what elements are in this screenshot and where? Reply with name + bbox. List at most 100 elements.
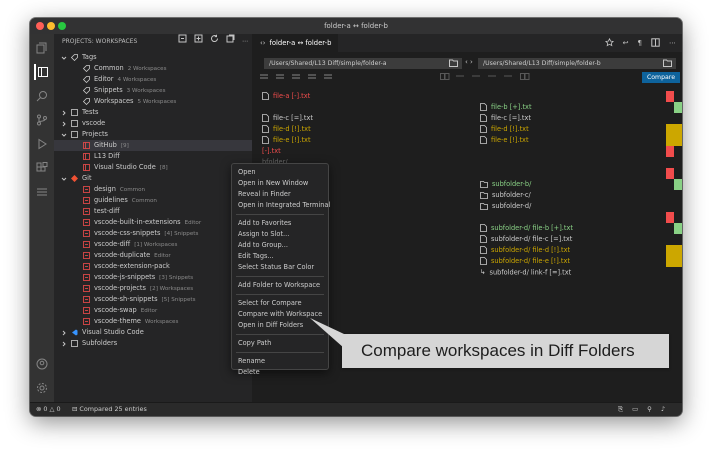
- tree-item[interactable]: Workspaces 5 Workspaces: [54, 96, 252, 107]
- tree-item[interactable]: Git: [54, 173, 252, 184]
- context-menu-item[interactable]: Open: [232, 167, 328, 178]
- right-open-folder-icon[interactable]: [663, 59, 672, 69]
- filter-deleted-icon[interactable]: [276, 73, 286, 83]
- tree-item[interactable]: vscode: [54, 118, 252, 129]
- filter-unchanged-icon[interactable]: [260, 73, 270, 83]
- compare-button[interactable]: Compare: [642, 72, 680, 83]
- broadcast-icon[interactable]: ⚲: [647, 403, 652, 416]
- paragraph-icon[interactable]: ¶: [638, 39, 642, 47]
- context-menu-item[interactable]: Open in Integrated Terminal: [232, 200, 330, 211]
- select-all-icon[interactable]: [472, 73, 482, 83]
- projects-icon[interactable]: [34, 64, 50, 80]
- copy-to-left-icon[interactable]: [440, 73, 450, 83]
- chevron-right-icon[interactable]: [60, 338, 68, 349]
- filter-ignored-icon[interactable]: [324, 73, 334, 83]
- filter-modified-icon[interactable]: [292, 73, 302, 83]
- go-back-icon[interactable]: ↩: [623, 39, 629, 47]
- minimize-window-button[interactable]: [47, 22, 55, 30]
- right-diff-row[interactable]: file-b [+].txt: [480, 102, 532, 113]
- screen-icon[interactable]: ▭: [632, 403, 638, 416]
- filter-added-icon[interactable]: [308, 73, 318, 83]
- problems-indicator[interactable]: ⊗ 0 △ 0: [36, 403, 61, 416]
- context-menu-item[interactable]: Add Folder to Workspace: [232, 280, 328, 291]
- select-left-icon[interactable]: [456, 73, 466, 83]
- select-right-icon[interactable]: [488, 73, 498, 83]
- left-path-input[interactable]: /Users/Shared/L13 Diff/simple/folder-a: [264, 58, 462, 69]
- split-editor-icon[interactable]: [651, 37, 660, 49]
- right-diff-row[interactable]: subfolder-d/ file-d [!].txt: [480, 245, 570, 256]
- chevron-right-icon[interactable]: [60, 327, 68, 338]
- tree-item[interactable]: design Common: [54, 184, 252, 195]
- copy-icon[interactable]: ⎘: [618, 403, 623, 416]
- refresh-icon[interactable]: [210, 34, 219, 50]
- tree-item[interactable]: Tests: [54, 107, 252, 118]
- tree-item[interactable]: Visual Studio Code [8]: [54, 162, 252, 173]
- run-debug-icon[interactable]: [34, 136, 50, 152]
- context-menu-item[interactable]: Assign to Slot...: [232, 229, 328, 240]
- tree-item[interactable]: vscode-theme Workspaces: [54, 316, 252, 327]
- context-menu-item[interactable]: Select for Compare: [232, 298, 328, 309]
- diff-folders-icon[interactable]: [34, 184, 50, 200]
- delete-files-icon[interactable]: [504, 73, 514, 83]
- collapse-all-icon[interactable]: [178, 34, 187, 50]
- tree-item[interactable]: Visual Studio Code: [54, 327, 252, 338]
- account-icon[interactable]: [34, 356, 50, 372]
- context-menu-item[interactable]: Select Status Bar Color: [232, 262, 328, 273]
- left-diff-row[interactable]: [-].txt: [262, 146, 281, 157]
- chevron-down-icon[interactable]: [60, 173, 68, 184]
- right-diff-row[interactable]: file-e [!].txt: [480, 135, 529, 146]
- right-diff-row[interactable]: file-d [!].txt: [480, 124, 529, 135]
- tree-item[interactable]: GitHub [9]: [54, 140, 252, 151]
- tree-item[interactable]: Common 2 Workspaces: [54, 63, 252, 74]
- tree-item[interactable]: Editor 4 Workspaces: [54, 74, 252, 85]
- tree-item[interactable]: vscode-duplicate Editor: [54, 250, 252, 261]
- context-menu-item[interactable]: Open in New Window: [232, 178, 328, 189]
- tree-item[interactable]: vscode-css-snippets [4] Snippets: [54, 228, 252, 239]
- tree-item[interactable]: vscode-js-snippets [3] Snippets: [54, 272, 252, 283]
- chevron-right-icon[interactable]: [60, 118, 68, 129]
- compare-status[interactable]: ⊟ Compared 25 entries: [72, 403, 147, 416]
- left-open-folder-icon[interactable]: [449, 59, 458, 69]
- tree-item[interactable]: Tags: [54, 52, 252, 63]
- settings-gear-icon[interactable]: [34, 380, 50, 396]
- chevron-down-icon[interactable]: [60, 129, 68, 140]
- close-window-button[interactable]: [36, 22, 44, 30]
- explorer-icon[interactable]: [34, 40, 50, 56]
- right-diff-row[interactable]: subfolder-d/: [480, 201, 531, 212]
- chevron-down-icon[interactable]: [60, 52, 68, 63]
- left-diff-row[interactable]: file-d [!].txt: [262, 124, 311, 135]
- extensions-icon[interactable]: [34, 160, 50, 176]
- tree-item[interactable]: vscode-sh-snippets [5] Snippets: [54, 294, 252, 305]
- context-menu-item[interactable]: Edit Tags...: [232, 251, 328, 262]
- right-diff-row[interactable]: subfolder-d/ file-b [+].txt: [480, 223, 573, 234]
- more-actions-icon[interactable]: ⋯: [242, 34, 248, 50]
- editor-more-icon[interactable]: ⋯: [669, 39, 676, 47]
- tab-diff-folders[interactable]: ‹› folder-a ↔ folder-b: [252, 34, 338, 52]
- tree-item[interactable]: vscode-diff [1] Workspaces: [54, 239, 252, 250]
- right-diff-row[interactable]: subfolder-d/ file-e [!].txt: [480, 256, 570, 267]
- source-control-icon[interactable]: [34, 112, 50, 128]
- context-menu-item[interactable]: Delete: [232, 367, 328, 378]
- tree-item[interactable]: Snippets 3 Workspaces: [54, 85, 252, 96]
- tree-item[interactable]: L13 Diff: [54, 151, 252, 162]
- context-menu-item[interactable]: Add to Favorites: [232, 218, 328, 229]
- add-workspace-icon[interactable]: [194, 34, 203, 50]
- tree-item[interactable]: vscode-extension-pack: [54, 261, 252, 272]
- tree-item[interactable]: Subfolders: [54, 338, 252, 349]
- right-diff-row[interactable]: ↳ subfolder-d/ link-f [=].txt: [480, 267, 571, 278]
- right-diff-row[interactable]: file-c [=].txt: [480, 113, 531, 124]
- tree-item[interactable]: vscode-projects [2] Workspaces: [54, 283, 252, 294]
- notifications-bell-icon[interactable]: ♪: [661, 403, 665, 416]
- tree-item[interactable]: guidelines Common: [54, 195, 252, 206]
- left-diff-row[interactable]: file-c [=].txt: [262, 113, 313, 124]
- copy-to-right-icon[interactable]: [520, 73, 530, 83]
- context-menu-item[interactable]: Reveal in Finder: [232, 189, 328, 200]
- add-group-icon[interactable]: [226, 34, 235, 50]
- tree-item[interactable]: test-diff: [54, 206, 252, 217]
- zoom-window-button[interactable]: [58, 22, 66, 30]
- left-diff-row[interactable]: file-e [!].txt: [262, 135, 311, 146]
- left-diff-row[interactable]: file-a [-].txt: [262, 91, 310, 102]
- context-menu-item[interactable]: Rename: [232, 356, 328, 367]
- tree-item[interactable]: vscode-swap Editor: [54, 305, 252, 316]
- chevron-right-icon[interactable]: [60, 107, 68, 118]
